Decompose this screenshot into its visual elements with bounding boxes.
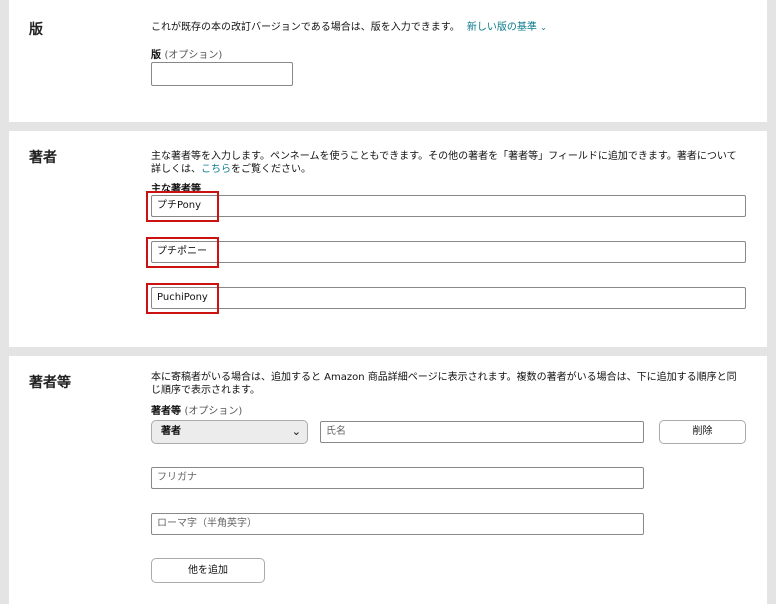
chevron-down-icon: ⌄ — [540, 23, 547, 32]
contributor-furigana-input[interactable]: フリガナ — [151, 467, 644, 489]
author-furigana-highlight — [146, 237, 219, 268]
chevron-down-icon: ⌄ — [291, 425, 301, 438]
contributors-description: 本に寄稿者がいる場合は、追加すると Amazon 商品詳細ページに表示されます。… — [151, 371, 737, 397]
edition-heading: 版 — [29, 22, 43, 38]
contributor-name-input[interactable]: 氏名 — [320, 421, 644, 443]
author-name-highlight — [146, 191, 219, 222]
author-section: 著者 主な著者等を入力します。ペンネームを使うこともできます。その他の著者を「著… — [9, 131, 767, 347]
edition-description-text: これが既存の本の改訂バージョンである場合は、版を入力できます。 — [151, 22, 460, 33]
contributors-description-line2: じ順序で表示されます。 — [151, 385, 260, 396]
author-description-line2: 詳しくは、こちらをご覧ください。 — [151, 164, 311, 175]
author-description: 主な著者等を入力します。ペンネームを使うこともできます。その他の著者を「著者等」… — [151, 150, 737, 176]
delete-contributor-button[interactable]: 削除 — [659, 420, 746, 444]
author-romaji-input[interactable]: PuchiPony — [151, 287, 746, 309]
edition-optional-label: (オプション) — [164, 50, 223, 61]
edition-section: 版 これが既存の本の改訂バージョンである場合は、版を入力できます。 新しい版の基… — [9, 0, 767, 122]
contributors-description-line1: 本に寄稿者がいる場合は、追加すると Amazon 商品詳細ページに表示されます。… — [151, 372, 737, 383]
edition-input[interactable] — [151, 62, 293, 86]
contributors-heading: 著者等 — [29, 375, 71, 391]
contributor-role-select[interactable]: 著者 ⌄ — [151, 420, 308, 444]
author-name-input[interactable]: プチPony — [151, 195, 746, 217]
author-furigana-input[interactable]: プチポニー — [151, 241, 746, 263]
contributor-role-value: 著者 — [161, 426, 181, 437]
edition-description: これが既存の本の改訂バージョンである場合は、版を入力できます。 新しい版の基準 … — [151, 21, 547, 34]
author-description-line1: 主な著者等を入力します。ペンネームを使うこともできます。その他の著者を「著者等」… — [151, 151, 737, 162]
contributor-romaji-input[interactable]: ローマ字（半角英字） — [151, 513, 644, 535]
add-contributor-button[interactable]: 他を追加 — [151, 558, 265, 583]
contributors-section: 著者等 本に寄稿者がいる場合は、追加すると Amazon 商品詳細ページに表示さ… — [9, 356, 767, 604]
contributors-optional-label: (オプション) — [184, 406, 243, 417]
author-heading: 著者 — [29, 150, 57, 166]
edition-field-label: 版 (オプション) — [151, 50, 223, 61]
contributors-field-label: 著者等 (オプション) — [151, 406, 243, 417]
author-details-link[interactable]: こちら — [201, 164, 231, 175]
author-romaji-highlight — [146, 283, 219, 314]
edition-guideline-link[interactable]: 新しい版の基準 ⌄ — [467, 22, 547, 33]
